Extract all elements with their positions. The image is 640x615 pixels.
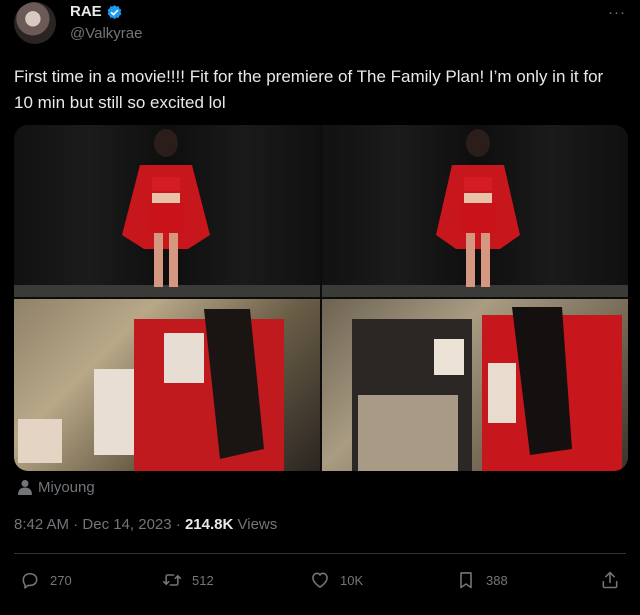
media-photo-2[interactable]	[322, 125, 628, 297]
tweet-time[interactable]: 8:42 AM	[14, 516, 69, 533]
author-handle[interactable]: @Valkyrae	[70, 25, 142, 42]
tweet-text: First time in a movie!!!! Fit for the pr…	[14, 67, 604, 112]
meta-separator: ·	[73, 516, 79, 533]
share-button[interactable]	[600, 570, 630, 590]
divider	[14, 553, 626, 554]
tweet-meta: 8:42 AM · Dec 14, 2023 · 214.8K Views	[14, 516, 277, 533]
bookmark-button[interactable]: 388	[456, 570, 508, 590]
media-photo-3[interactable]	[14, 299, 320, 471]
reply-button[interactable]: 270	[20, 570, 72, 590]
views-count: 214.8K	[184, 516, 234, 533]
author-name[interactable]: RAE	[70, 3, 102, 20]
like-button[interactable]: 10K	[310, 570, 363, 590]
media-photo-4[interactable]	[322, 299, 628, 471]
media-credit[interactable]: Miyoung	[38, 479, 95, 496]
heart-icon	[312, 572, 328, 588]
retweet-button[interactable]: 512	[162, 570, 214, 590]
media-photo-1[interactable]	[14, 125, 320, 297]
bookmark-icon	[460, 572, 472, 589]
verified-badge-icon	[107, 5, 122, 20]
media-grid	[14, 125, 628, 471]
tweet-date[interactable]: Dec 14, 2023	[82, 516, 171, 533]
views-label: Views	[237, 516, 278, 533]
meta-separator: ·	[175, 516, 181, 533]
like-count: 10K	[340, 572, 364, 588]
retweet-icon	[162, 574, 182, 586]
bookmark-count: 388	[486, 572, 508, 588]
reply-icon	[22, 572, 38, 589]
author-avatar[interactable]	[14, 2, 56, 44]
person-icon	[18, 480, 32, 495]
share-icon	[602, 571, 618, 589]
more-options-button[interactable]: ···	[608, 4, 626, 21]
retweet-count: 512	[192, 572, 214, 588]
reply-count: 270	[50, 572, 72, 588]
